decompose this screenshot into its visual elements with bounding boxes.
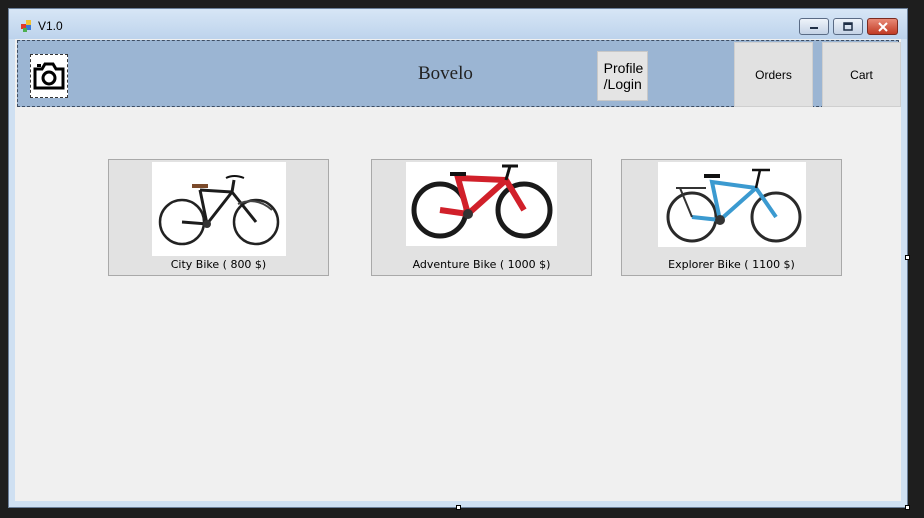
logo-button[interactable]: [30, 54, 68, 98]
camera-icon: [33, 62, 65, 90]
explorer-bike-image: [658, 162, 806, 247]
product-card-explorer-bike[interactable]: Explorer Bike ( 1100 $): [621, 159, 842, 276]
product-card-adventure-bike[interactable]: Adventure Bike ( 1000 $): [371, 159, 592, 276]
city-bike-image: [152, 162, 286, 256]
orders-button[interactable]: Orders: [734, 42, 813, 107]
cart-button[interactable]: Cart: [822, 42, 901, 107]
product-caption: City Bike ( 800 $): [170, 258, 267, 271]
window-title: V1.0: [38, 19, 63, 33]
header-panel: Bovelo Profile /Login Orders Cart: [17, 40, 901, 107]
adventure-bike-image: [406, 162, 557, 246]
resize-handle-corner[interactable]: [905, 505, 910, 510]
product-caption: Explorer Bike ( 1100 $): [668, 258, 795, 271]
title-bar[interactable]: V1.0: [9, 9, 907, 39]
resize-handle-right[interactable]: [905, 255, 910, 260]
close-icon: [877, 21, 888, 32]
app-window: V1.0 Bovelo Profile /Login Orders Cart C…: [8, 8, 908, 508]
product-card-city-bike[interactable]: City Bike ( 800 $): [108, 159, 329, 276]
minimize-button[interactable]: [799, 18, 829, 35]
close-button[interactable]: [867, 18, 898, 35]
resize-handle-bottom[interactable]: [456, 505, 461, 510]
minimize-icon: [810, 26, 818, 29]
maximize-icon: [843, 21, 853, 31]
maximize-button[interactable]: [833, 18, 863, 35]
app-icon: [21, 20, 31, 32]
product-caption: Adventure Bike ( 1000 $): [412, 258, 551, 271]
brand-title: Bovelo: [418, 63, 473, 84]
profile-login-button[interactable]: Profile /Login: [597, 51, 648, 101]
client-area: Bovelo Profile /Login Orders Cart City B…: [15, 39, 901, 501]
